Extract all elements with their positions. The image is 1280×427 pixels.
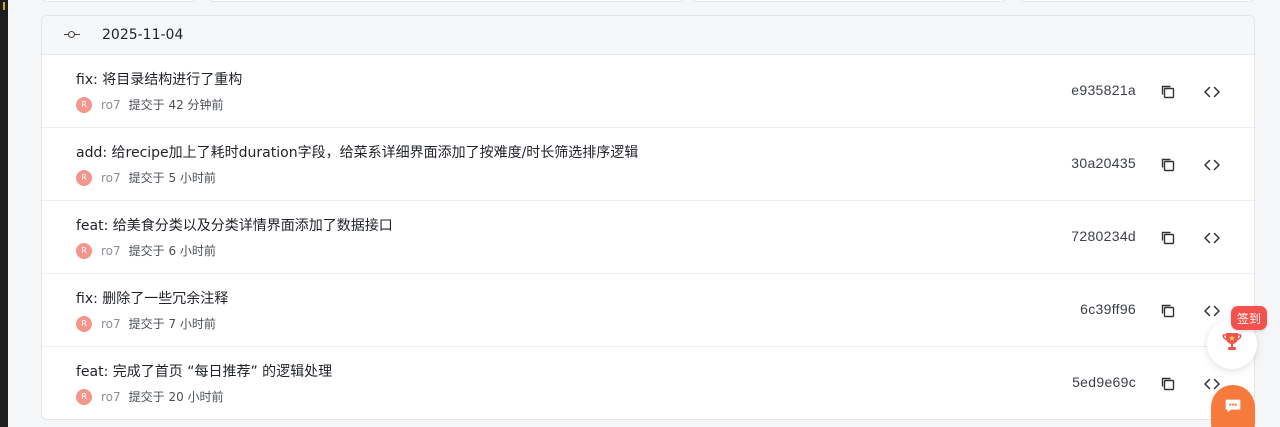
top-tab-3[interactable] [692,0,1007,2]
commit-message[interactable]: feat: 完成了首页 “每日推荐” 的逻辑处理 [76,361,332,381]
commit-message[interactable]: fix: 将目录结构进行了重构 [76,69,242,89]
commit-group-date: 2025-11-04 [102,27,184,43]
commit-author[interactable]: ro7 [101,244,121,258]
commit-sha[interactable]: e935821a [1071,82,1136,98]
top-tab-2[interactable] [208,0,685,2]
code-icon[interactable] [1203,156,1221,174]
commit-message[interactable]: add: 给recipe加上了耗时duration字段，给菜系详细界面添加了按难… [76,142,638,162]
commit-list-panel: 2025-11-04 fix: 将目录结构进行了重构 R ro7 提交于 42 … [41,15,1255,420]
top-tab-1[interactable] [41,0,196,2]
commit-row[interactable]: feat: 完成了首页 “每日推荐” 的逻辑处理 R ro7 提交于 20 小时… [42,347,1254,419]
commit-time: 提交于 7 小时前 [128,317,216,331]
commit-row[interactable]: fix: 将目录结构进行了重构 R ro7 提交于 42 分钟前 e935821… [42,55,1254,128]
commit-meta: R ro7 提交于 42 分钟前 [76,96,224,113]
commit-group-header: 2025-11-04 [42,16,1254,55]
commit-author[interactable]: ro7 [101,317,121,331]
commit-time: 提交于 5 小时前 [128,171,216,185]
commit-row[interactable]: fix: 删除了一些冗余注释 R ro7 提交于 7 小时前 6c39ff96 [42,274,1254,347]
code-icon[interactable] [1203,83,1221,101]
sign-in-badge[interactable]: 签到 [1231,306,1267,330]
avatar[interactable]: R [76,96,92,113]
copy-icon[interactable] [1159,83,1177,101]
commit-message[interactable]: feat: 给美食分类以及分类详情界面添加了数据接口 [76,215,393,235]
avatar[interactable]: R [76,242,92,259]
commit-time: 提交于 20 小时前 [128,390,224,404]
commit-meta: R ro7 提交于 5 小时前 [76,169,216,186]
top-tab-strip [41,0,1255,2]
copy-icon[interactable] [1159,375,1177,393]
copy-icon[interactable] [1159,229,1177,247]
git-commit-icon [64,30,80,40]
copy-icon[interactable] [1159,302,1177,320]
avatar[interactable]: R [76,315,92,332]
commit-meta: R ro7 提交于 7 小时前 [76,315,216,332]
commit-sha[interactable]: 30a20435 [1071,155,1136,171]
commit-time: 提交于 42 分钟前 [128,98,224,112]
commit-row[interactable]: feat: 给美食分类以及分类详情界面添加了数据接口 R ro7 提交于 6 小… [42,201,1254,274]
floating-widgets: 签到 [1205,303,1267,427]
code-icon[interactable] [1203,229,1221,247]
commit-author[interactable]: ro7 [101,98,121,112]
commit-sha[interactable]: 7280234d [1071,228,1136,244]
commit-author[interactable]: ro7 [101,171,121,185]
commit-message[interactable]: fix: 删除了一些冗余注释 [76,288,228,308]
top-tab-4[interactable] [1018,0,1255,2]
chat-icon [1222,395,1244,427]
trophy-icon [1220,330,1244,358]
commit-author[interactable]: ro7 [101,390,121,404]
avatar[interactable]: R [76,388,92,405]
chat-button[interactable] [1211,385,1255,427]
commit-meta: R ro7 提交于 20 小时前 [76,388,224,405]
commit-sha[interactable]: 6c39ff96 [1080,301,1136,317]
commit-time: 提交于 6 小时前 [128,244,216,258]
commit-sha[interactable]: 5ed9e69c [1072,374,1136,390]
cursor-marker [3,2,5,10]
avatar[interactable]: R [76,169,92,186]
commit-meta: R ro7 提交于 6 小时前 [76,242,216,259]
editor-edge-strip [0,0,8,427]
commit-row[interactable]: add: 给recipe加上了耗时duration字段，给菜系详细界面添加了按难… [42,128,1254,201]
copy-icon[interactable] [1159,156,1177,174]
